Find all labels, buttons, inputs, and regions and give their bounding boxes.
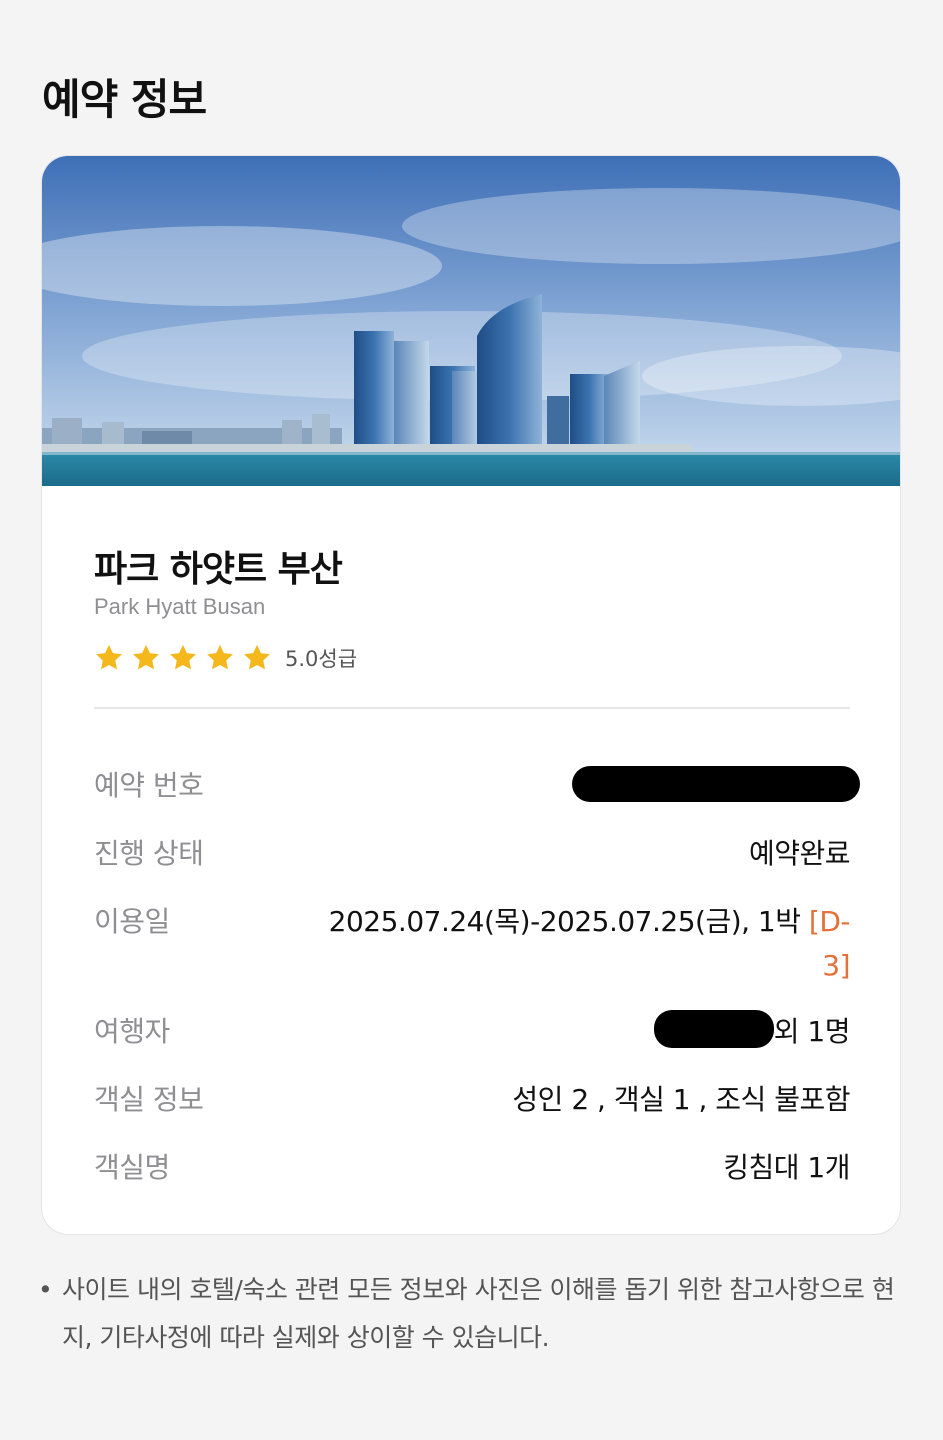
star-rating: 5.0성급	[94, 640, 357, 676]
star-icon	[207, 644, 233, 670]
dates-value: 2025.07.24(목)-2025.07.25(금), 1박 [D- 3]	[328, 900, 851, 988]
star-icon	[170, 644, 196, 670]
page-title: 예약 정보	[42, 75, 207, 124]
status-label: 진행 상태	[94, 837, 204, 870]
room-name-value: 킹침대 1개	[723, 1151, 850, 1184]
hotel-photo	[42, 156, 900, 486]
divider	[94, 707, 850, 709]
redacted-reservation-number	[572, 766, 860, 802]
star-icon	[133, 644, 159, 670]
dates-range: 2025.07.24(목)-2025.07.25(금), 1박	[328, 905, 801, 938]
room-name-label: 객실명	[94, 1151, 170, 1184]
status-value: 예약완료	[748, 837, 851, 870]
disclaimer-notice: • 사이트 내의 호텔/숙소 관련 모든 정보와 사진은 이해를 돕기 위한 참…	[38, 1266, 908, 1362]
dday-badge-open: [D-	[808, 905, 851, 938]
dates-label: 이용일	[94, 905, 170, 938]
star-icon	[96, 644, 122, 670]
reservation-number-label: 예약 번호	[94, 769, 204, 802]
rating-label: 5.0성급	[285, 647, 358, 671]
disclaimer-text: 사이트 내의 호텔/숙소 관련 모든 정보와 사진은 이해를 돕기 위한 참고사…	[62, 1275, 895, 1352]
dday-badge-close: 3]	[822, 949, 850, 982]
room-info-value: 성인 2 , 객실 1 , 조식 불포함	[512, 1083, 850, 1116]
hotel-english-name: Park Hyatt Busan	[94, 594, 266, 619]
traveler-value: 외 1명	[773, 1015, 851, 1048]
star-icon	[244, 644, 270, 670]
reservation-card: 파크 하얏트 부산 Park Hyatt Busan 5.0성급 예약 번호 진…	[42, 156, 900, 1234]
bullet: •	[38, 1275, 53, 1304]
room-info-label: 객실 정보	[94, 1083, 204, 1116]
hotel-name: 파크 하얏트 부산	[94, 549, 343, 590]
traveler-label: 여행자	[94, 1015, 170, 1048]
redacted-traveler-name	[654, 1010, 774, 1048]
